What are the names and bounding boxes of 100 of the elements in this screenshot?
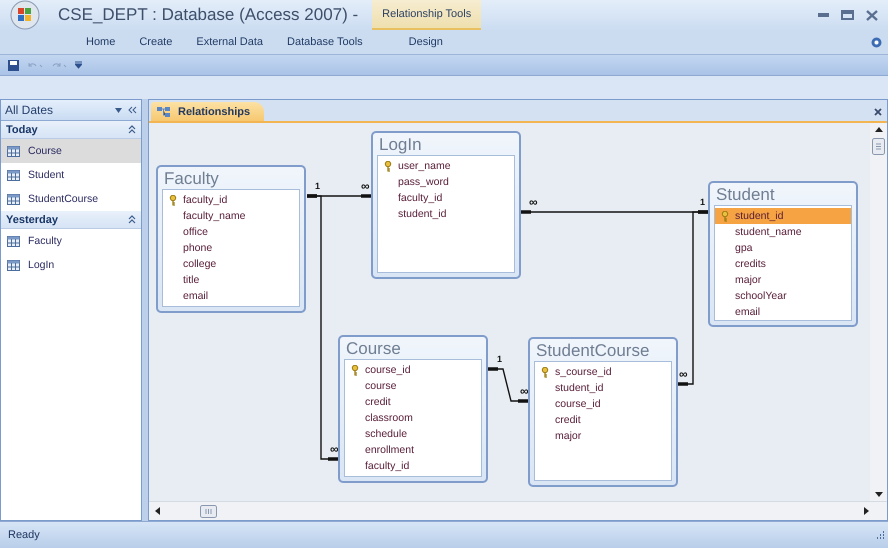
field-name: phone — [183, 242, 212, 254]
field-row[interactable]: faculty_name — [163, 208, 299, 224]
table-box[interactable]: Student student_id student_name gpa credits major schoolYear email — [708, 181, 858, 327]
scroll-right-icon[interactable] — [864, 507, 869, 515]
field-row[interactable]: s_course_id — [535, 364, 671, 380]
table-title: Faculty — [163, 168, 220, 189]
field-row[interactable]: email — [715, 304, 851, 320]
cardinality-label: ∞ — [520, 384, 529, 398]
field-name: pass_word — [398, 176, 449, 188]
field-row[interactable]: course — [345, 378, 481, 394]
help-icon[interactable] — [871, 36, 882, 48]
field-name: email — [183, 290, 208, 302]
field-name: major — [555, 430, 582, 442]
ribbon-tab[interactable]: Database Tools — [287, 36, 363, 48]
field-row[interactable]: course_id — [345, 362, 481, 378]
table-box[interactable]: LogIn user_name pass_word faculty_id student_id — [371, 131, 521, 279]
field-name: course_id — [365, 364, 411, 376]
ribbon-tab[interactable]: Create — [139, 36, 172, 48]
document-tab[interactable]: Relationships — [151, 102, 264, 121]
table-icon — [7, 260, 20, 270]
field-row[interactable]: student_id — [535, 380, 671, 396]
scroll-thumb[interactable] — [200, 504, 217, 518]
ribbon-tab[interactable]: Design — [408, 36, 443, 48]
field-row[interactable]: pass_word — [378, 174, 514, 190]
field-name: schedule — [365, 428, 408, 440]
table-title: StudentCourse — [535, 340, 650, 361]
field-name: faculty_id — [183, 194, 228, 206]
field-row[interactable]: student_name — [715, 224, 851, 240]
field-name: classroom — [365, 412, 413, 424]
key-icon — [721, 210, 729, 222]
field-row[interactable]: classroom — [345, 410, 481, 426]
close-icon[interactable] — [866, 10, 878, 20]
maximize-icon[interactable] — [841, 10, 854, 20]
field-name: faculty_id — [365, 460, 410, 472]
ribbon-tab[interactable]: External Data — [196, 36, 264, 48]
table-box[interactable]: Faculty faculty_id faculty_name office phone college title email — [156, 165, 306, 313]
field-name: credit — [555, 414, 581, 426]
table-title: Course — [345, 338, 402, 359]
field-row[interactable]: user_name — [378, 158, 514, 174]
table-icon — [7, 170, 20, 180]
field-row[interactable]: student_id — [715, 208, 851, 224]
key-icon — [541, 366, 549, 378]
table-box[interactable]: Course course_id course credit classroom schedule enrollment faculty_id — [338, 335, 488, 483]
field-row[interactable]: gpa — [715, 240, 851, 256]
scroll-up-icon[interactable] — [874, 127, 882, 132]
navigation-item[interactable]: Course — [1, 139, 141, 163]
field-row[interactable]: course_id — [535, 396, 671, 412]
field-name: faculty_id — [398, 192, 442, 204]
field-row[interactable]: phone — [163, 240, 299, 256]
field-row[interactable]: schedule — [345, 426, 481, 442]
resize-grip-icon[interactable] — [875, 530, 885, 540]
ribbon-tab[interactable]: Home — [86, 36, 116, 48]
field-row[interactable]: faculty_id — [378, 190, 514, 206]
key-icon — [169, 194, 177, 206]
close-icon[interactable] — [874, 108, 882, 116]
field-row[interactable]: schoolYear — [715, 288, 851, 304]
collapse-pane-icon[interactable] — [128, 106, 137, 114]
field-row[interactable]: email — [163, 288, 299, 304]
field-row[interactable]: faculty_id — [163, 192, 299, 208]
field-row[interactable]: major — [535, 428, 671, 444]
field-row[interactable]: major — [715, 272, 851, 288]
field-row[interactable]: credit — [535, 412, 671, 428]
table-icon — [7, 236, 20, 246]
field-name: course_id — [555, 398, 601, 410]
field-row[interactable]: student_id — [378, 206, 514, 222]
field-name: s_course_id — [555, 366, 612, 378]
cardinality-label: ∞ — [330, 442, 339, 456]
office-button[interactable] — [10, 0, 40, 30]
collapse-icon[interactable] — [128, 125, 136, 134]
field-row[interactable]: office — [163, 224, 299, 240]
collapse-icon[interactable] — [128, 215, 136, 224]
field-name: email — [735, 306, 760, 318]
field-name: major — [735, 274, 762, 286]
dropdown-icon[interactable] — [115, 108, 122, 112]
table-icon — [7, 146, 20, 156]
field-name: student_id — [555, 382, 604, 394]
field-row[interactable]: title — [163, 272, 299, 288]
field-row[interactable]: credit — [345, 394, 481, 410]
field-row[interactable]: credits — [715, 256, 851, 272]
scroll-down-icon[interactable] — [874, 492, 882, 497]
scroll-left-icon[interactable] — [155, 507, 160, 515]
save-icon[interactable] — [8, 60, 19, 70]
field-row[interactable]: enrollment — [345, 442, 481, 458]
field-name: credits — [735, 258, 766, 270]
key-icon — [384, 160, 392, 172]
field-name: enrollment — [365, 444, 414, 456]
field-name: student_name — [735, 226, 802, 238]
scroll-thumb[interactable] — [872, 138, 885, 155]
field-name: schoolYear — [735, 290, 787, 302]
field-name: gpa — [735, 242, 753, 254]
field-row[interactable]: college — [163, 256, 299, 272]
customize-icon[interactable] — [75, 61, 82, 69]
table-box[interactable]: StudentCourse s_course_id student_id course_id credit major — [528, 337, 678, 487]
cardinality-label: ∞ — [361, 179, 370, 193]
cardinality-label: ∞ — [529, 195, 538, 209]
relationship-line — [488, 367, 528, 403]
table-title: LogIn — [378, 134, 423, 155]
field-name: faculty_name — [183, 210, 246, 222]
field-row[interactable]: faculty_id — [345, 458, 481, 474]
cardinality-label: 1 — [497, 354, 502, 364]
